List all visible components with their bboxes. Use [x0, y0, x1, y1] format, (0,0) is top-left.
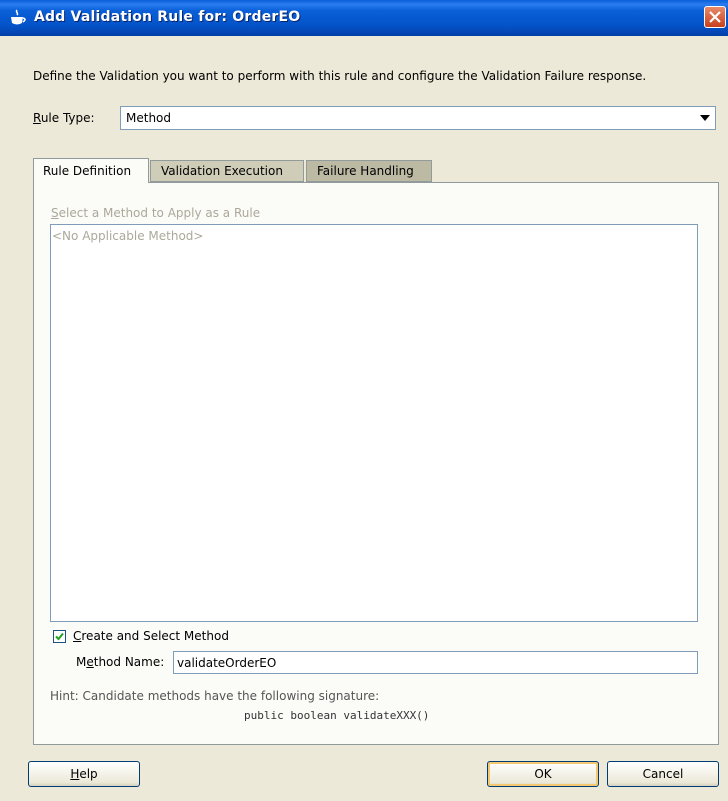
close-icon	[709, 11, 721, 23]
rule-type-label: Rule Type:	[33, 111, 95, 125]
ok-button[interactable]: OK	[487, 761, 599, 787]
rule-type-select[interactable]: Method	[120, 106, 716, 130]
window-title: Add Validation Rule for: OrderEO	[34, 9, 301, 25]
select-method-label: Select a Method to Apply as a Rule	[51, 206, 261, 220]
tab-validation-execution[interactable]: Validation Execution	[150, 160, 304, 182]
method-signature: public boolean validateXXX()	[244, 709, 430, 722]
create-method-checkbox[interactable]	[53, 630, 66, 643]
cancel-button[interactable]: Cancel	[607, 761, 719, 787]
tab-rule-definition[interactable]: Rule Definition	[33, 158, 149, 183]
chevron-down-icon[interactable]	[700, 115, 710, 121]
method-name-label: Method Name:	[76, 655, 165, 669]
coffee-cup-icon	[11, 9, 26, 25]
hint-text: Hint: Candidate methods have the followi…	[50, 689, 380, 703]
close-button[interactable]	[704, 6, 726, 28]
rule-type-value: Method	[126, 111, 172, 125]
method-name-input[interactable]: validateOrderEO	[173, 651, 698, 674]
list-item: <No Applicable Method>	[52, 229, 204, 243]
tab-failure-handling[interactable]: Failure Handling	[306, 160, 432, 182]
dialog-description: Define the Validation you want to perfor…	[33, 69, 647, 83]
title-bar: Add Validation Rule for: OrderEO	[0, 0, 728, 36]
checkmark-icon	[55, 632, 64, 641]
create-method-label[interactable]: Create and Select Method	[73, 629, 229, 643]
method-list[interactable]: <No Applicable Method>	[50, 224, 698, 622]
help-button[interactable]: Help	[28, 761, 140, 787]
